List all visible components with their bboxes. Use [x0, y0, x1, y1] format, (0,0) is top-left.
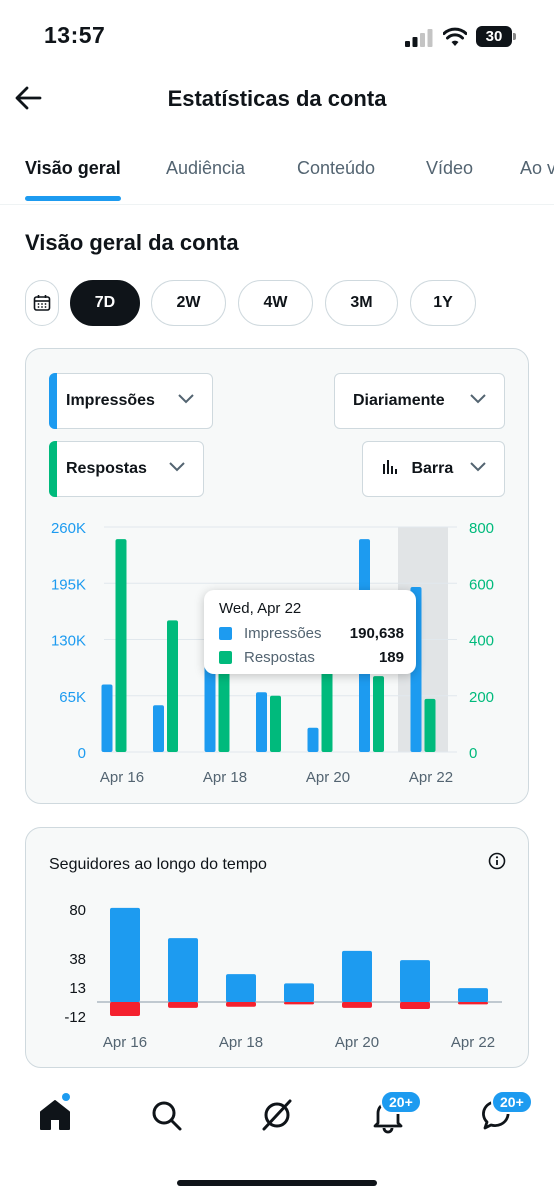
home-icon[interactable] — [35, 1095, 75, 1135]
range-3m-button[interactable]: 3M — [325, 280, 398, 326]
range-2w-button[interactable]: 2W — [151, 280, 226, 326]
followers-chart-title: Seguidores ao longo do tempo — [49, 856, 267, 873]
wifi-icon — [443, 27, 467, 46]
tab-overview[interactable]: Visão geral — [25, 158, 121, 179]
status-bar: 13:57 30 — [0, 0, 554, 70]
status-time: 13:57 — [44, 22, 106, 48]
metric1-select[interactable]: Impressões — [49, 373, 213, 429]
chevron-down-icon — [470, 394, 486, 404]
followers-chart-card: Seguidores ao longo do tempo — [25, 827, 529, 1068]
range-1y-button[interactable]: 1Y — [410, 280, 476, 326]
tooltip-title: Wed, Apr 22 — [219, 600, 302, 617]
tab-audience[interactable]: Audiência — [166, 158, 245, 179]
notifications-badge: 20+ — [380, 1090, 422, 1114]
messages-badge: 20+ — [491, 1090, 533, 1114]
messages-badge-count: 20+ — [500, 1094, 524, 1110]
battery-icon: 30 — [476, 26, 516, 47]
grok-icon[interactable] — [257, 1095, 297, 1135]
metric2-select[interactable]: Respostas — [49, 441, 204, 497]
home-indicator — [177, 1180, 377, 1186]
tab-live[interactable]: Ao v — [520, 158, 554, 179]
range-4w-button[interactable]: 4W — [238, 280, 313, 326]
tooltip-value: 189 — [378, 649, 404, 666]
search-icon[interactable] — [146, 1095, 186, 1135]
frequency-label: Diariamente — [353, 392, 445, 409]
section-title: Visão geral da conta — [25, 230, 239, 255]
notifications-badge-count: 20+ — [389, 1094, 413, 1110]
bar-chart-icon — [383, 460, 397, 474]
tooltip-row-impressions: Impressões 190,638 — [219, 625, 404, 643]
calendar-button[interactable] — [25, 280, 59, 326]
frequency-select[interactable]: Diariamente — [334, 373, 505, 429]
chart-type-label: Barra — [411, 460, 454, 477]
bottom-nav: 20+ 20+ — [0, 1085, 554, 1155]
tab-video[interactable]: Vídeo — [426, 158, 473, 179]
chevron-down-icon — [178, 394, 194, 404]
chevron-down-icon — [470, 462, 486, 472]
page-title: Estatísticas da conta — [167, 86, 387, 111]
metric2-label: Respostas — [66, 460, 147, 477]
info-icon[interactable] — [488, 852, 506, 870]
signal-icon — [405, 29, 433, 47]
tab-content[interactable]: Conteúdo — [297, 158, 375, 179]
chevron-down-icon — [169, 462, 185, 472]
tooltip-label: Respostas — [244, 649, 315, 666]
tooltip-row-replies: Respostas 189 — [219, 649, 404, 667]
battery-level: 30 — [476, 26, 512, 47]
chart-tooltip: Wed, Apr 22 Impressões 190,638 Respostas… — [204, 590, 416, 674]
metric1-label: Impressões — [66, 392, 155, 409]
active-tab-indicator — [25, 196, 121, 201]
tooltip-label: Impressões — [244, 625, 322, 642]
calendar-icon — [33, 295, 51, 311]
chart-type-select[interactable]: Barra — [362, 441, 505, 497]
tab-bar: Visão geral Audiência Conteúdo Vídeo Ao … — [0, 140, 554, 205]
tooltip-value: 190,638 — [349, 625, 404, 642]
header: Estatísticas da conta — [0, 70, 554, 130]
range-7d-button[interactable]: 7D — [70, 280, 140, 326]
unread-dot — [62, 1093, 70, 1101]
